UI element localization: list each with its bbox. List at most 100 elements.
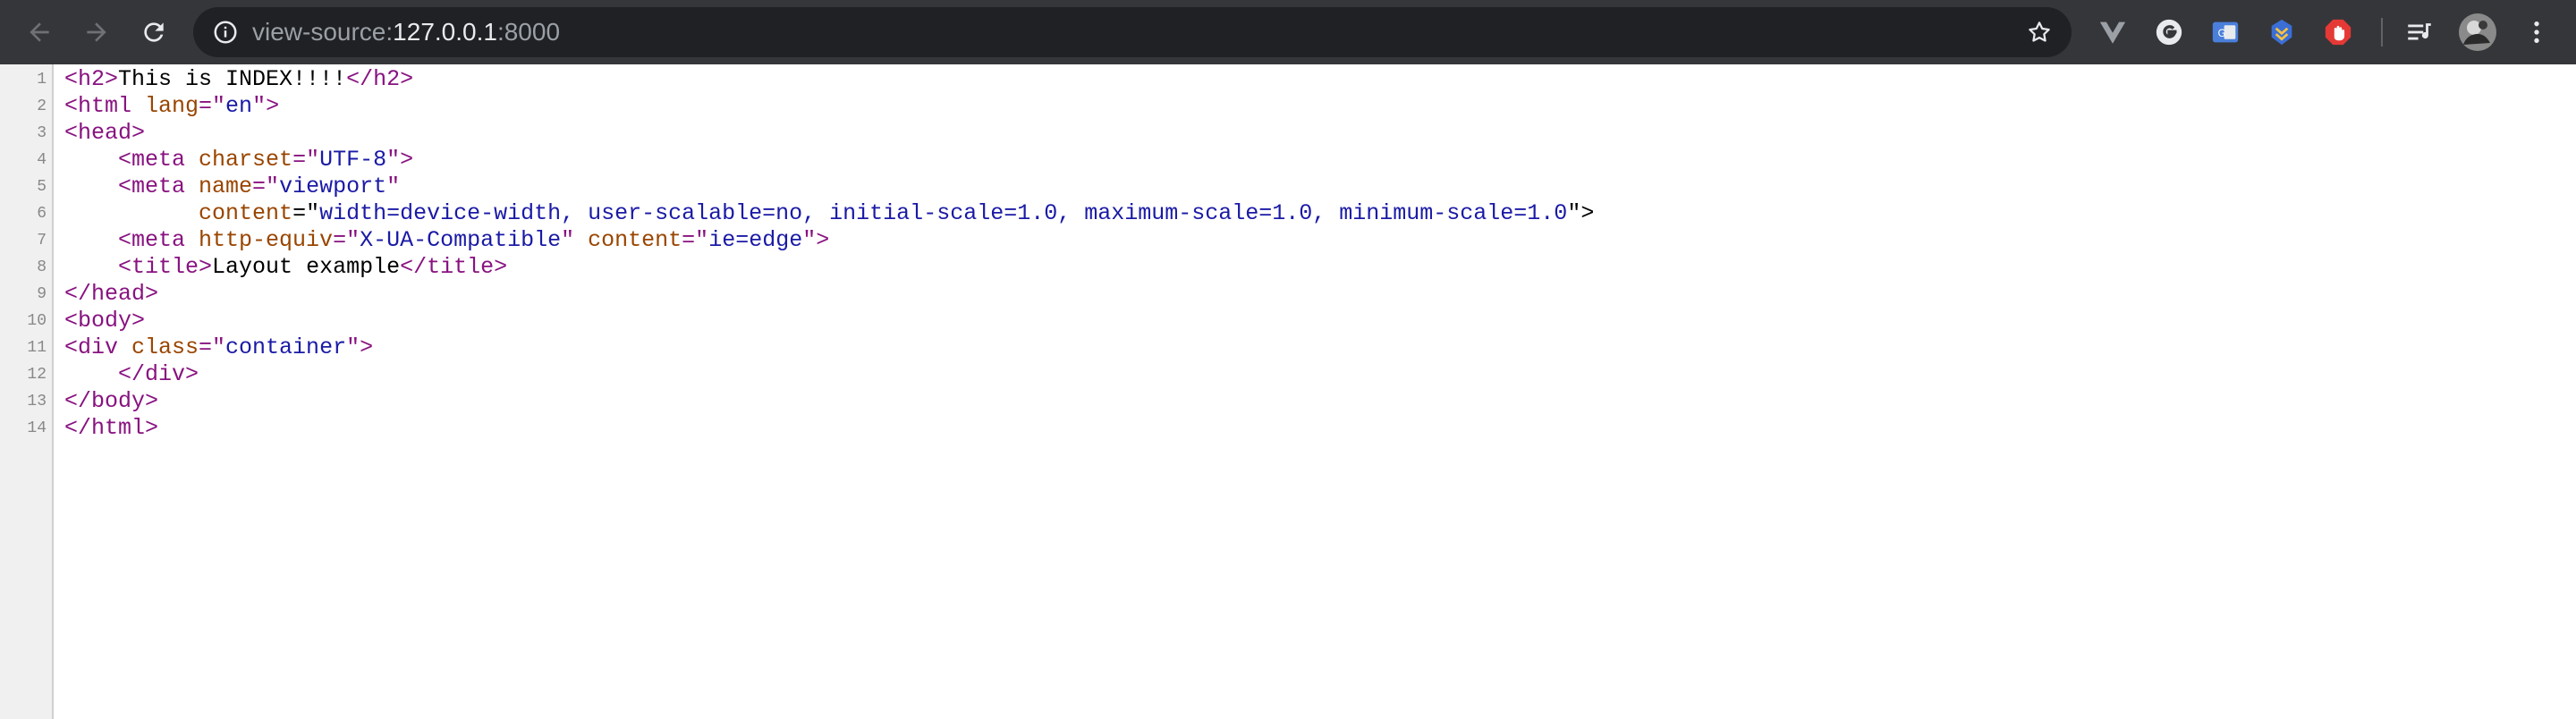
address-bar[interactable]: view-source:127.0.0.1:8000	[193, 7, 2072, 57]
code-token: ="	[682, 227, 709, 253]
code-token: </title>	[400, 254, 508, 280]
translate-extension-icon[interactable]: G	[2206, 13, 2245, 52]
source-line: 2 <html lang="en">	[0, 93, 2576, 120]
code-token: content	[588, 227, 682, 253]
code-token: <meta	[118, 173, 199, 199]
code-token: ="	[252, 173, 280, 199]
line-number: 4	[37, 151, 47, 169]
raindrop-extension-icon[interactable]	[2262, 13, 2301, 52]
line-code: <div class="container">	[64, 334, 373, 361]
line-code: </head>	[64, 281, 158, 308]
code-token: ">	[386, 147, 414, 173]
code-token: <div	[64, 334, 132, 360]
more-vert-icon[interactable]	[2517, 13, 2556, 52]
source-line: 5 <meta name="viewport"	[0, 173, 2576, 200]
code-token: Layout example	[212, 254, 401, 280]
source-line: 3 <head>	[0, 120, 2576, 147]
vue-devtools-extension-icon[interactable]	[2093, 13, 2132, 52]
svg-text:G: G	[2218, 27, 2226, 39]
line-code: <meta name="viewport"	[64, 173, 400, 200]
line-number: 1	[37, 71, 47, 89]
code-token: en	[225, 93, 253, 119]
url-port: :8000	[496, 18, 561, 46]
line-code: </html>	[64, 415, 158, 442]
url-host: 127.0.0.1	[393, 18, 497, 46]
code-token: http-equiv	[199, 227, 334, 253]
info-icon[interactable]	[206, 13, 245, 52]
forward-arrow-icon[interactable]	[77, 13, 116, 52]
source-line: 11 <div class="container">	[0, 334, 2576, 361]
source-line: 14 </html>	[0, 415, 2576, 442]
source-line: 6 content="width=device-width, user-scal…	[0, 200, 2576, 227]
line-code: </div>	[64, 361, 199, 388]
source-line: 8 <title>Layout example</title>	[0, 254, 2576, 281]
code-token: X-UA-Compatible	[360, 227, 562, 253]
code-token: ie=edge	[708, 227, 803, 253]
code-token: "	[561, 227, 589, 253]
code-token: <meta	[118, 227, 199, 253]
line-code: <title>Layout example</title>	[64, 254, 507, 281]
profile-avatar[interactable]	[2458, 13, 2497, 52]
code-token: ">	[802, 227, 830, 253]
toolbar-divider	[2381, 18, 2383, 47]
code-token: ="	[333, 227, 360, 253]
source-lines: 1 <h2>This is INDEX!!!!</h2> 2 <html lang="…	[0, 66, 2576, 442]
line-number: 12	[27, 366, 47, 384]
code-token: </div>	[118, 361, 199, 387]
code-token: ="	[292, 147, 320, 173]
code-token: ">	[1567, 200, 1595, 226]
view-source-panel: 1 <h2>This is INDEX!!!!</h2> 2 <html lang="…	[0, 64, 2576, 719]
code-token: ="	[199, 334, 226, 360]
code-token: name	[199, 173, 253, 199]
code-token: <meta	[118, 147, 199, 173]
code-token: viewport	[279, 173, 387, 199]
source-line: 12 </div>	[0, 361, 2576, 388]
line-number: 8	[37, 258, 47, 276]
line-code: <meta http-equiv="X-UA-Compatible" conte…	[64, 227, 829, 254]
grammarly-extension-icon[interactable]	[2149, 13, 2189, 52]
line-number: 10	[27, 312, 47, 330]
url-scheme: view-source:	[252, 18, 394, 46]
adblock-extension-icon[interactable]	[2318, 13, 2358, 52]
code-token: <title>	[118, 254, 213, 280]
line-number: 6	[37, 205, 47, 223]
code-token: </h2>	[346, 66, 414, 92]
line-number: 14	[27, 419, 47, 437]
code-token: lang	[145, 93, 199, 119]
line-code: <meta charset="UTF-8">	[64, 147, 413, 173]
line-number: 11	[27, 339, 47, 357]
url-text[interactable]: view-source:127.0.0.1:8000	[252, 7, 560, 57]
source-line: 13 </body>	[0, 388, 2576, 415]
line-code: <head>	[64, 120, 145, 147]
code-token: charset	[199, 147, 293, 173]
code-token: <body>	[64, 308, 146, 334]
source-line: 9 </head>	[0, 281, 2576, 308]
playlist-extension-icon[interactable]	[2400, 13, 2439, 52]
code-token: "	[386, 173, 401, 199]
line-number: 9	[37, 285, 47, 303]
code-token: content	[199, 200, 293, 226]
reload-icon[interactable]	[134, 13, 174, 52]
back-arrow-icon[interactable]	[20, 13, 59, 52]
line-code: <h2>This is INDEX!!!!</h2>	[64, 66, 413, 93]
line-code: <html lang="en">	[64, 93, 279, 120]
line-code: </body>	[64, 388, 158, 415]
code-token: </html>	[64, 415, 159, 441]
source-line: 10 <body>	[0, 308, 2576, 334]
code-token: ="	[292, 200, 320, 226]
line-number: 13	[27, 393, 47, 410]
code-token: UTF-8	[319, 147, 387, 173]
code-token: ">	[252, 93, 280, 119]
source-line: 1 <h2>This is INDEX!!!!</h2>	[0, 66, 2576, 93]
code-token: <html	[64, 93, 146, 119]
line-number: 2	[37, 97, 47, 115]
line-number: 7	[37, 232, 47, 250]
bookmark-star-icon[interactable]	[2020, 13, 2059, 52]
code-token: ">	[346, 334, 374, 360]
